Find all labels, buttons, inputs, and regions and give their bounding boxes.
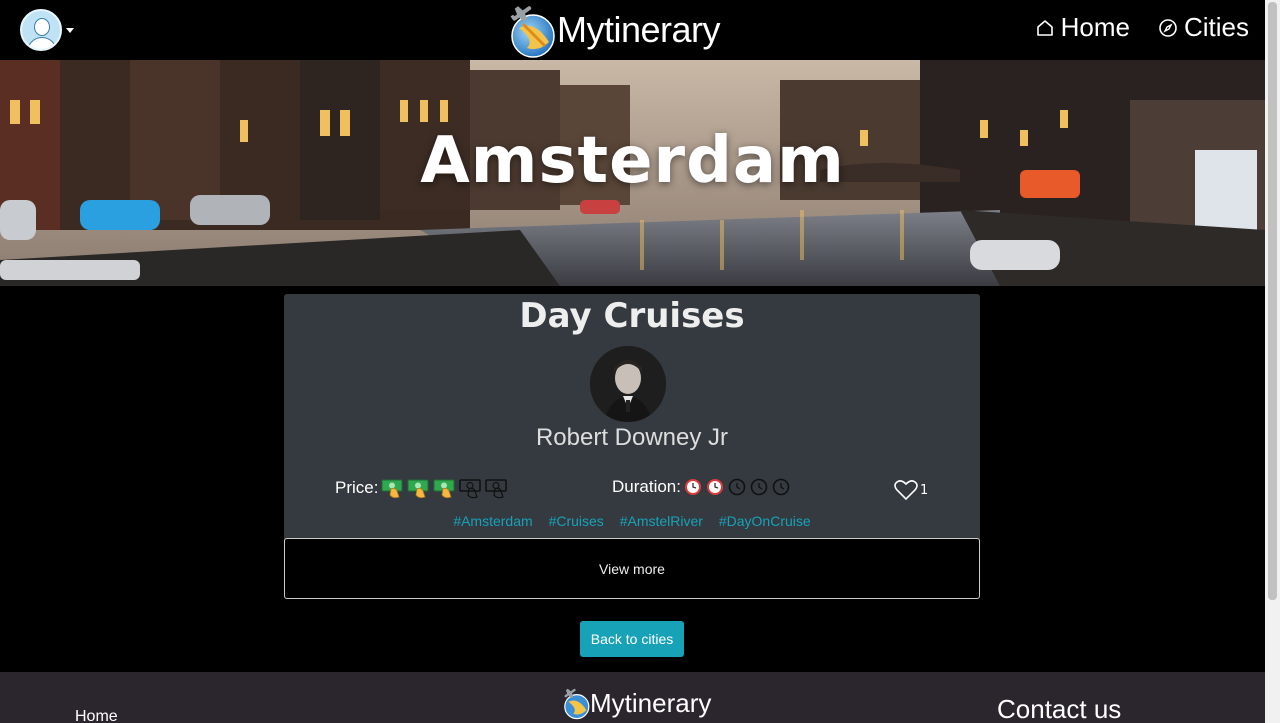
- money-filled-icon: [433, 479, 455, 499]
- price-rating: Price:: [335, 477, 511, 499]
- footer: Home Mytinerary Contact us: [0, 672, 1265, 723]
- itinerary-meta-row: Price: Duration: 1: [284, 477, 980, 503]
- home-icon: [1036, 19, 1053, 36]
- scrollbar-thumb[interactable]: [1268, 2, 1277, 600]
- like-button[interactable]: 1: [894, 479, 928, 501]
- back-to-cities-button[interactable]: Back to cities: [580, 621, 684, 657]
- author-avatar: [590, 346, 666, 422]
- money-empty-icon: [459, 479, 482, 499]
- author-name: Robert Downey Jr: [535, 424, 729, 451]
- clock-filled-icon: [706, 479, 723, 495]
- duration-label: Duration:: [612, 477, 681, 496]
- navbar: Mytinerary Home Cities: [0, 0, 1265, 60]
- money-empty-icon: [485, 479, 508, 499]
- user-avatar-icon: [20, 9, 62, 51]
- clock-empty-icon: [750, 478, 768, 496]
- clock-empty-icon: [772, 478, 790, 496]
- user-menu-toggle[interactable]: [20, 9, 76, 51]
- nav-cities-label: Cities: [1183, 12, 1249, 42]
- hashtag-link[interactable]: #Cruises: [549, 513, 604, 529]
- footer-brand: Mytinerary: [560, 686, 711, 720]
- money-filled-icon: [407, 479, 429, 499]
- nav-home-label: Home: [1060, 12, 1130, 42]
- money-filled-icon: [381, 479, 403, 499]
- view-more-button[interactable]: View more: [284, 538, 980, 599]
- caret-down-icon: [66, 27, 74, 33]
- footer-home-link[interactable]: Home: [75, 708, 118, 723]
- hashtag-link[interactable]: #DayOnCruise: [719, 513, 811, 529]
- footer-brand-name: Mytinerary: [590, 687, 712, 718]
- city-hero-banner: Amsterdam: [0, 60, 1265, 286]
- globe-plane-logo-icon: [505, 2, 555, 58]
- hashtag-list: #Amsterdam #Cruises #AmstelRiver #DayOnC…: [284, 513, 980, 529]
- brand-logo-link[interactable]: Mytinerary: [505, 2, 721, 58]
- heart-icon: [894, 480, 918, 501]
- clock-filled-icon: [684, 479, 701, 495]
- page-scrollbar[interactable]: [1265, 0, 1280, 723]
- hashtag-link[interactable]: #AmstelRiver: [620, 513, 703, 529]
- footer-contact-heading: Contact us: [997, 694, 1122, 723]
- globe-plane-logo-icon: [564, 688, 590, 720]
- clock-empty-icon: [728, 478, 746, 496]
- hashtag-link[interactable]: #Amsterdam: [453, 513, 532, 529]
- compass-icon: [1159, 18, 1177, 37]
- price-label: Price:: [335, 478, 379, 497]
- likes-count: 1: [920, 482, 929, 498]
- itinerary-title: Day Cruises: [519, 296, 745, 336]
- duration-rating: Duration:: [612, 477, 794, 497]
- nav-links: Home Cities: [1035, 12, 1249, 43]
- nav-home-link[interactable]: Home: [1035, 12, 1130, 43]
- nav-cities-link[interactable]: Cities: [1158, 12, 1249, 43]
- city-title: Amsterdam: [420, 124, 845, 198]
- brand-name: Mytinerary: [557, 9, 721, 50]
